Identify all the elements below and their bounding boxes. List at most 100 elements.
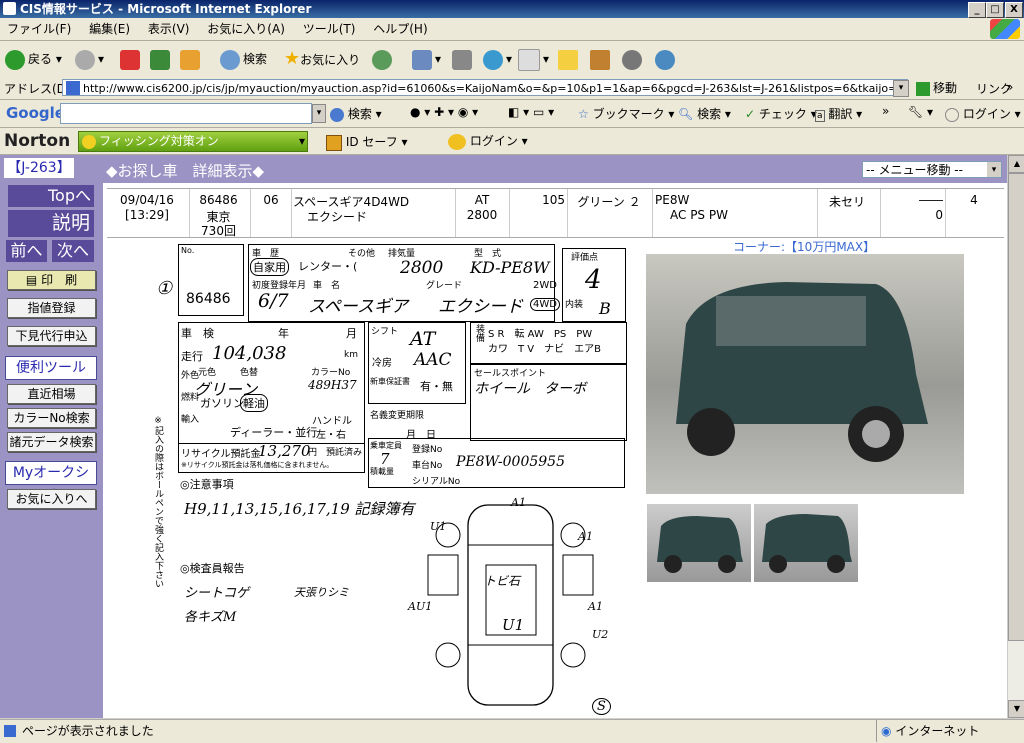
col-divider — [189, 189, 190, 237]
car-photo-main-image — [676, 282, 928, 462]
vertical-scrollbar[interactable]: ▲ ▼ — [1007, 155, 1024, 718]
note-button[interactable] — [558, 47, 581, 71]
explain-button[interactable]: 説明 — [8, 210, 94, 237]
forward-button[interactable]: ▾ — [75, 47, 104, 71]
scroll-thumb[interactable] — [1008, 173, 1024, 641]
next-button[interactable]: 次へ — [52, 240, 94, 262]
spellcheck-button[interactable]: ✓ チェック ▾ — [745, 105, 817, 122]
listing-row: 09/04/16 [13:29] 86486 東京 730回 06 スペースギア… — [107, 188, 1004, 238]
google-popup-icon[interactable]: ◧ ▾ ▭ ▾ — [508, 105, 554, 119]
minimize-button[interactable]: _ — [968, 2, 986, 18]
forward-arrow-icon — [75, 49, 95, 70]
car-photo-thumb-1[interactable] — [647, 504, 751, 582]
star-icon: ★ — [284, 48, 301, 69]
menu-favorites[interactable]: お気に入り(A) — [200, 18, 292, 40]
idsafe-button[interactable]: ID セーフ ▾ — [326, 133, 408, 151]
sheet-recycle: 13,270 — [258, 442, 311, 460]
mail-button[interactable]: ▾ — [412, 47, 441, 71]
print-toolbar-button[interactable] — [452, 47, 475, 71]
globe-icon: ◉ — [881, 724, 892, 738]
car-photo-main[interactable] — [646, 254, 964, 494]
sidebar: 【J-263】 Topへ 説明 前へ 次へ ▤ 印 刷 指値登録 下見代行申込 … — [0, 155, 103, 718]
home-button[interactable] — [180, 47, 203, 71]
url-dropdown[interactable]: ▾ — [893, 80, 909, 97]
sheet-model: KD-PE8W — [470, 258, 550, 277]
norton-login-button[interactable]: ログイン ▾ — [448, 132, 528, 150]
bookmarks-button[interactable]: ☆ ブックマーク ▾ — [578, 105, 674, 122]
norton-logo: Norton — [4, 131, 71, 151]
auction-code: 【J-263】 — [4, 158, 74, 178]
page-icon — [66, 81, 80, 95]
color-search-button[interactable]: カラーNo検索 — [7, 408, 96, 428]
google-logo: Google — [6, 104, 65, 122]
print-icon: ▤ — [25, 273, 38, 287]
scroll-up-arrow-icon[interactable]: ▲ — [1008, 155, 1024, 173]
stop-button[interactable] — [120, 47, 143, 71]
mail-icon — [412, 49, 432, 70]
my-auction-header: Myオークション — [5, 461, 97, 503]
menu-edit[interactable]: 編集(E) — [82, 18, 137, 40]
sheet-shift: AT — [410, 328, 436, 350]
bid-register-button[interactable]: 指値登録 — [7, 298, 96, 318]
col-divider — [455, 189, 456, 237]
add-favorite-button[interactable]: お気に入りへ — [7, 489, 96, 509]
norton-check-icon — [82, 134, 96, 149]
print-button[interactable]: ▤ 印 刷 — [7, 270, 96, 290]
search-button[interactable]: 検索 — [220, 47, 267, 71]
score-box: 評価点 4 内装 B — [562, 248, 626, 322]
edit-button[interactable]: ▾ — [518, 47, 549, 71]
sheet-score: 4 — [585, 265, 602, 295]
google-dropdown[interactable]: ▾ — [312, 104, 326, 123]
translate-button[interactable]: a 翻訳 ▾ — [815, 105, 862, 122]
favorites-button[interactable]: ★お気に入り — [284, 47, 360, 71]
menu-view[interactable]: 表示(V) — [141, 18, 197, 40]
menu-tools[interactable]: ツール(T) — [296, 18, 363, 40]
score: 4 — [970, 193, 978, 207]
users-button[interactable] — [655, 47, 678, 71]
prev-button[interactable]: 前へ — [6, 240, 47, 262]
tools-header: 便利ツール — [5, 356, 97, 380]
google-search-button[interactable]: 検索 ▾ — [330, 105, 382, 122]
col-divider — [817, 189, 818, 237]
google-more-icon[interactable]: » — [882, 104, 889, 118]
price: 0 — [935, 208, 943, 222]
phishing-protection-button[interactable]: フィッシング対策オン ▾ — [78, 131, 308, 152]
google-search2-button[interactable]: 🔍︎ 検索 ▾ — [678, 105, 731, 122]
google-search-input[interactable] — [60, 103, 312, 124]
col-divider — [945, 189, 946, 237]
discuss-button[interactable] — [622, 47, 645, 71]
research-button[interactable] — [590, 47, 613, 71]
refresh-button[interactable] — [150, 47, 173, 71]
col-divider — [567, 189, 568, 237]
maximize-button[interactable]: □ — [986, 2, 1004, 18]
back-button[interactable]: 戻る ▾ — [5, 47, 62, 71]
google-login-button[interactable]: ログイン ▾ — [945, 105, 1021, 122]
menu-help[interactable]: ヘルプ(H) — [366, 18, 434, 40]
go-button[interactable]: 移動 — [916, 79, 957, 97]
proxy-inspection-button[interactable]: 下見代行申込 — [7, 326, 96, 346]
car-photo-thumb-2[interactable] — [754, 504, 858, 582]
auction-date: 09/04/16 — [120, 193, 174, 207]
ie-icon — [3, 2, 16, 15]
address-bar: アドレス(D) http://www.cis6200.jp/cis/jp/mya… — [0, 77, 1024, 100]
top-button[interactable]: Topへ — [8, 185, 94, 207]
corner-label: コーナー:【10万円MAX】 — [733, 240, 876, 254]
menu-select[interactable]: -- メニュー移動 -- ▾ — [862, 161, 1002, 178]
norton-toolbar: Norton フィッシング対策オン ▾ ID セーフ ▾ ログイン ▾ — [0, 128, 1024, 155]
lot-number: 86486 — [199, 193, 238, 207]
google-tool-icons[interactable]: ● ▾ ✚ ▾ ◉ ▾ — [410, 105, 478, 119]
notes-header: ◎注意事項 — [180, 478, 234, 491]
url-input[interactable]: http://www.cis6200.jp/cis/jp/myauction/m… — [62, 79, 908, 96]
close-button[interactable]: X — [1005, 2, 1023, 18]
scroll-down-arrow-icon[interactable]: ▼ — [1008, 700, 1024, 718]
menu-file[interactable]: ファイル(F) — [0, 18, 78, 40]
market-button[interactable]: 直近相場 — [7, 384, 96, 404]
lock-icon — [326, 134, 342, 151]
spec-search-button[interactable]: 諸元データ検索 — [7, 432, 96, 452]
sheet-mileage: 104,038 — [212, 343, 287, 364]
history-button[interactable] — [372, 47, 395, 71]
settings-wrench-icon[interactable]: 🔧︎ ▾ — [908, 105, 933, 119]
links-chevron-icon[interactable]: » — [1006, 80, 1013, 94]
messenger-button[interactable]: ▾ — [483, 47, 512, 71]
col-divider — [509, 189, 510, 237]
